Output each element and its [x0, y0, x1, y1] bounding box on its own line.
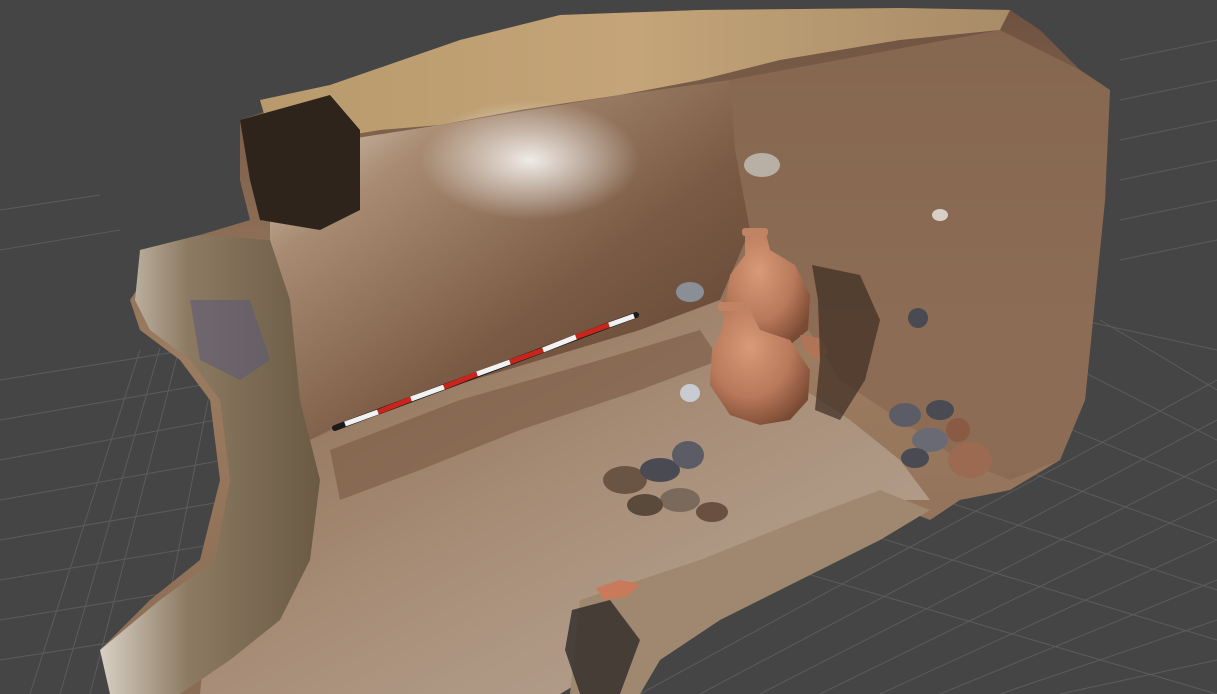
light-highlight — [420, 100, 640, 220]
3d-viewport[interactable] — [0, 0, 1217, 694]
scene-canvas[interactable] — [0, 0, 1217, 694]
ledge-shadow — [240, 95, 360, 230]
excavation-model[interactable] — [100, 8, 1110, 694]
